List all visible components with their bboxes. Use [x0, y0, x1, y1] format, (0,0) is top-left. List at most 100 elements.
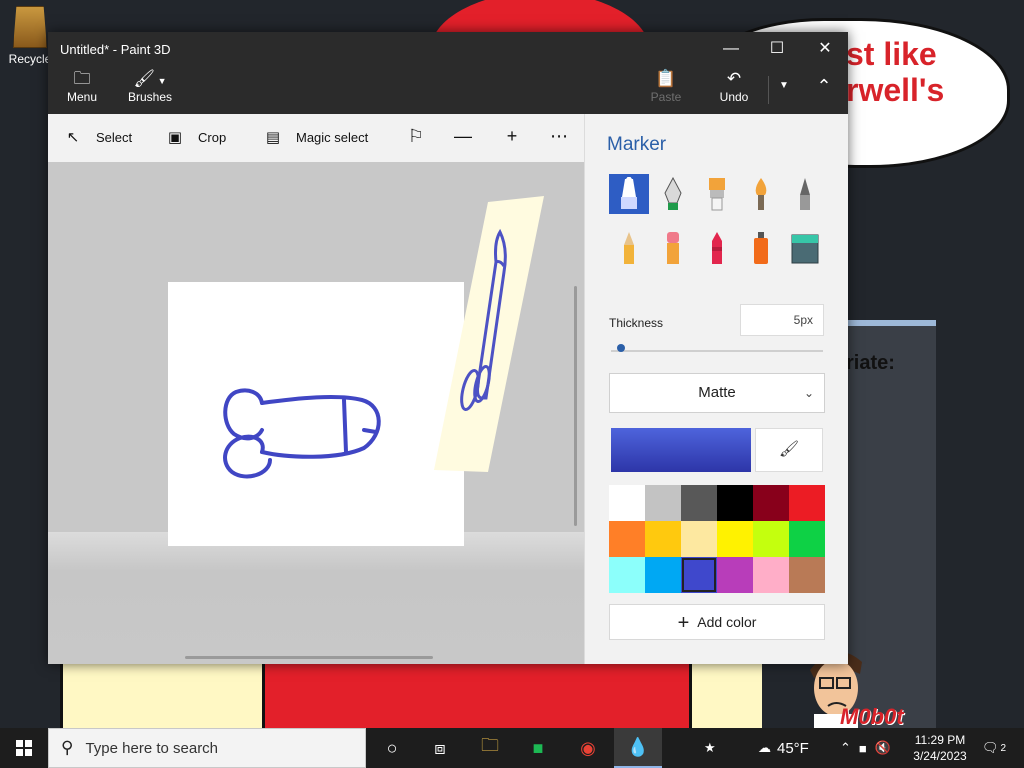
- oil-brush-icon: [709, 178, 725, 211]
- taskbar-file-explorer[interactable]: 🗀: [466, 728, 514, 768]
- history-dropdown-button[interactable]: ▼: [776, 80, 792, 91]
- weather-widget[interactable]: ☁ 45°F: [758, 728, 809, 768]
- close-button[interactable]: ✕: [802, 32, 848, 66]
- color-swatch[interactable]: [789, 485, 825, 521]
- color-swatch[interactable]: [645, 521, 681, 557]
- brush-marker[interactable]: [609, 174, 649, 214]
- magic-select-tool[interactable]: ▤ Magic select: [264, 128, 368, 146]
- wallpaper-bubble-text: st like rwell's: [846, 36, 944, 108]
- paint3d-icon: 💧: [626, 736, 650, 757]
- color-swatch[interactable]: [681, 521, 717, 557]
- brush-eraser[interactable]: [653, 228, 693, 268]
- color-swatch[interactable]: [717, 521, 753, 557]
- select-tool[interactable]: ↖ Select: [64, 128, 132, 146]
- flag-icon: ⚐: [407, 126, 425, 146]
- notification-button[interactable]: 🗨 2: [982, 728, 1006, 768]
- menu-button[interactable]: 🗀 Menu: [66, 68, 98, 104]
- brush-calligraphy-pen[interactable]: [653, 174, 693, 214]
- current-color-swatch[interactable]: [611, 428, 751, 472]
- color-swatch[interactable]: [753, 557, 789, 593]
- ellipsis-icon: ⋯: [550, 126, 568, 146]
- notification-count: 2: [1000, 742, 1007, 754]
- wallpaper-watermark: M0b0t: [840, 704, 904, 728]
- color-swatch[interactable]: [717, 485, 753, 521]
- volume-muted-icon[interactable]: 🔇: [875, 740, 891, 756]
- view-3d-button[interactable]: ⚐: [405, 126, 427, 147]
- collapse-ribbon-button[interactable]: ⌃: [812, 76, 836, 97]
- color-swatch[interactable]: [681, 557, 717, 593]
- network-icon[interactable]: ■: [859, 741, 867, 756]
- zoom-in-button[interactable]: +: [501, 126, 523, 147]
- thickness-slider-track[interactable]: [611, 350, 823, 352]
- panel-title: Marker: [607, 134, 667, 155]
- canvas-toolbar: ↖ Select ▣ Crop ▤ Magic select ⚐ — + ⋯: [48, 114, 584, 162]
- task-view-icon: ⧈: [434, 737, 446, 758]
- bubble-line-2: rwell's: [846, 72, 945, 108]
- color-swatch[interactable]: [609, 485, 645, 521]
- recycle-bin-label: Recycle: [8, 52, 52, 66]
- finish-dropdown[interactable]: Matte ⌄: [609, 373, 825, 413]
- thickness-label: Thickness: [609, 316, 664, 330]
- task-view-button[interactable]: ⧈: [416, 728, 464, 768]
- color-swatch[interactable]: [609, 557, 645, 593]
- brush-oil[interactable]: [697, 174, 737, 214]
- chevron-up-icon: ⌃: [816, 76, 832, 96]
- color-swatch[interactable]: [789, 521, 825, 557]
- watercolor-icon: [755, 178, 767, 210]
- magic-select-label: Magic select: [296, 129, 369, 145]
- color-swatch[interactable]: [645, 485, 681, 521]
- taskbar-paint3d[interactable]: 💧: [614, 728, 662, 768]
- clock[interactable]: 11:29 PM 3/24/2023: [906, 732, 974, 764]
- brush-fill[interactable]: [785, 228, 825, 268]
- title-bar[interactable]: Untitled* - Paint 3D — ☐ ✕: [48, 32, 848, 66]
- add-color-button[interactable]: + Add color: [609, 604, 825, 640]
- search-box[interactable]: ⚲ Type here to search: [48, 728, 366, 768]
- taskbar-chrome[interactable]: ◉: [564, 728, 612, 768]
- select-label: Select: [96, 129, 133, 145]
- cortana-button[interactable]: ○: [368, 728, 416, 768]
- plus-icon: +: [506, 126, 518, 146]
- horizontal-scrollbar[interactable]: [185, 656, 433, 659]
- zoom-out-button[interactable]: —: [452, 126, 474, 147]
- start-button[interactable]: [0, 728, 48, 768]
- color-swatch[interactable]: [681, 485, 717, 521]
- people-icon: ★: [704, 740, 716, 755]
- canvas-area[interactable]: [48, 162, 584, 664]
- brushes-button[interactable]: 🖌 ▼ Brushes: [128, 68, 172, 104]
- eraser-icon: [667, 232, 679, 264]
- marker-doodle: [223, 388, 381, 479]
- brush-pixel-pen[interactable]: [785, 174, 825, 214]
- color-swatch[interactable]: [753, 521, 789, 557]
- chevron-up-icon[interactable]: ⌃: [840, 740, 851, 756]
- canvas-drawing: [223, 196, 544, 479]
- color-swatch[interactable]: [645, 557, 681, 593]
- people-button[interactable]: ★: [704, 728, 716, 768]
- more-options-button[interactable]: ⋯: [548, 126, 570, 147]
- add-color-label: Add color: [697, 614, 757, 630]
- finish-dropdown-value: Matte: [698, 384, 736, 401]
- crop-tool[interactable]: ▣ Crop: [166, 128, 226, 146]
- brush-crayon[interactable]: [697, 228, 737, 268]
- brush-spray-can[interactable]: [741, 228, 781, 268]
- minus-icon: —: [454, 126, 472, 146]
- taskbar-app-green[interactable]: ■: [514, 728, 562, 768]
- color-swatch[interactable]: [717, 557, 753, 593]
- undo-icon: ↶: [726, 69, 742, 88]
- spray-can-icon: [754, 232, 768, 264]
- color-swatch[interactable]: [609, 521, 645, 557]
- notification-icon: 🗨: [982, 740, 999, 755]
- magic-select-icon: ▤: [265, 129, 281, 146]
- color-swatch[interactable]: [789, 557, 825, 593]
- paste-button[interactable]: 📋 Paste: [650, 68, 682, 104]
- eyedropper-button[interactable]: 🖌: [755, 428, 823, 472]
- recycle-bin-desktop-icon[interactable]: Recycle: [6, 6, 54, 66]
- thickness-input[interactable]: 5px: [740, 304, 824, 336]
- brush-watercolor[interactable]: [741, 174, 781, 214]
- brush-pencil[interactable]: [609, 228, 649, 268]
- vertical-scrollbar[interactable]: [574, 286, 577, 526]
- undo-button[interactable]: ↶ Undo: [716, 68, 752, 104]
- maximize-button[interactable]: ☐: [754, 32, 800, 66]
- color-swatch[interactable]: [753, 485, 789, 521]
- wallpaper-cream-left: [60, 664, 262, 728]
- minimize-button[interactable]: —: [708, 32, 754, 66]
